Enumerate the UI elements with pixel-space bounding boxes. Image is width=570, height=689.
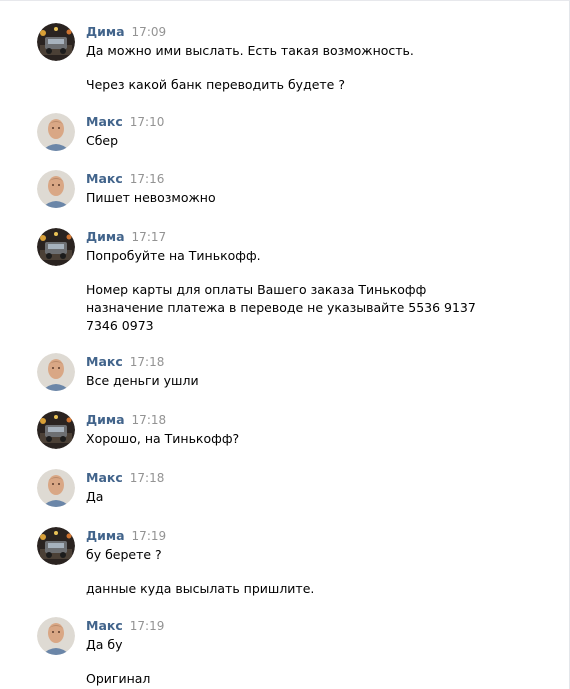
- author-name[interactable]: Дима: [86, 412, 125, 427]
- avatar-dima[interactable]: [37, 228, 75, 266]
- message-text: Все деньги ушли: [86, 373, 199, 388]
- message-time[interactable]: 17:10: [130, 115, 165, 129]
- avatar-maks[interactable]: [37, 170, 75, 208]
- message-text: Да: [86, 489, 104, 504]
- message-text: данные куда высылать пришлите.: [86, 581, 315, 596]
- author-name[interactable]: Макс: [86, 618, 123, 633]
- message-body: Да бу Оригинал: [86, 636, 516, 688]
- avatar-maks[interactable]: [37, 353, 75, 391]
- avatar-maks[interactable]: [37, 469, 75, 507]
- message-text: назначение платежа в переводе не указыва…: [86, 300, 476, 315]
- message-text: Номер карты для оплаты Вашего заказа Тин…: [86, 282, 427, 297]
- message-text: Пишет невозможно: [86, 190, 216, 205]
- message-time[interactable]: 17:17: [132, 230, 167, 244]
- message-time[interactable]: 17:18: [132, 413, 167, 427]
- message-text: Да можно ими выслать. Есть такая возможн…: [86, 43, 414, 58]
- message-time[interactable]: 17:18: [130, 355, 165, 369]
- message-time[interactable]: 17:16: [130, 172, 165, 186]
- author-name[interactable]: Дима: [86, 229, 125, 244]
- message-text: 7346 0973: [86, 318, 154, 333]
- message-body: Да можно ими выслать. Есть такая возможн…: [86, 42, 516, 94]
- message-body: Да: [86, 488, 516, 506]
- avatar-dima[interactable]: [37, 527, 75, 565]
- message-time[interactable]: 17:19: [130, 619, 165, 633]
- author-name[interactable]: Макс: [86, 470, 123, 485]
- avatar-maks[interactable]: [37, 113, 75, 151]
- message-text: Оригинал: [86, 671, 151, 686]
- message-text: Через какой банк переводить будете ?: [86, 77, 345, 92]
- avatar-dima[interactable]: [37, 23, 75, 61]
- author-name[interactable]: Макс: [86, 354, 123, 369]
- message-time[interactable]: 17:19: [132, 529, 167, 543]
- message-body: Хорошо, на Тинькофф?: [86, 430, 516, 448]
- avatar-maks[interactable]: [37, 617, 75, 655]
- author-name[interactable]: Макс: [86, 114, 123, 129]
- avatar-dima[interactable]: [37, 411, 75, 449]
- message-body: Пишет невозможно: [86, 189, 516, 207]
- chat-history: Дима 17:09 Да можно ими выслать. Есть так…: [0, 0, 570, 689]
- message-text: Хорошо, на Тинькофф?: [86, 431, 240, 446]
- message-time[interactable]: 17:18: [130, 471, 165, 485]
- author-name[interactable]: Дима: [86, 24, 125, 39]
- message-time[interactable]: 17:09: [132, 25, 167, 39]
- message-body: Сбер: [86, 132, 516, 150]
- message-body: бу берете ? данные куда высылать пришлит…: [86, 546, 516, 598]
- message-text: Сбер: [86, 133, 119, 148]
- message-body: Все деньги ушли: [86, 372, 516, 390]
- message-text: Да бу: [86, 637, 123, 652]
- message-text: бу берете ?: [86, 547, 162, 562]
- message-body: Попробуйте на Тинькофф. Номер карты для …: [86, 247, 516, 335]
- author-name[interactable]: Дима: [86, 528, 125, 543]
- message-text: Попробуйте на Тинькофф.: [86, 248, 261, 263]
- author-name[interactable]: Макс: [86, 171, 123, 186]
